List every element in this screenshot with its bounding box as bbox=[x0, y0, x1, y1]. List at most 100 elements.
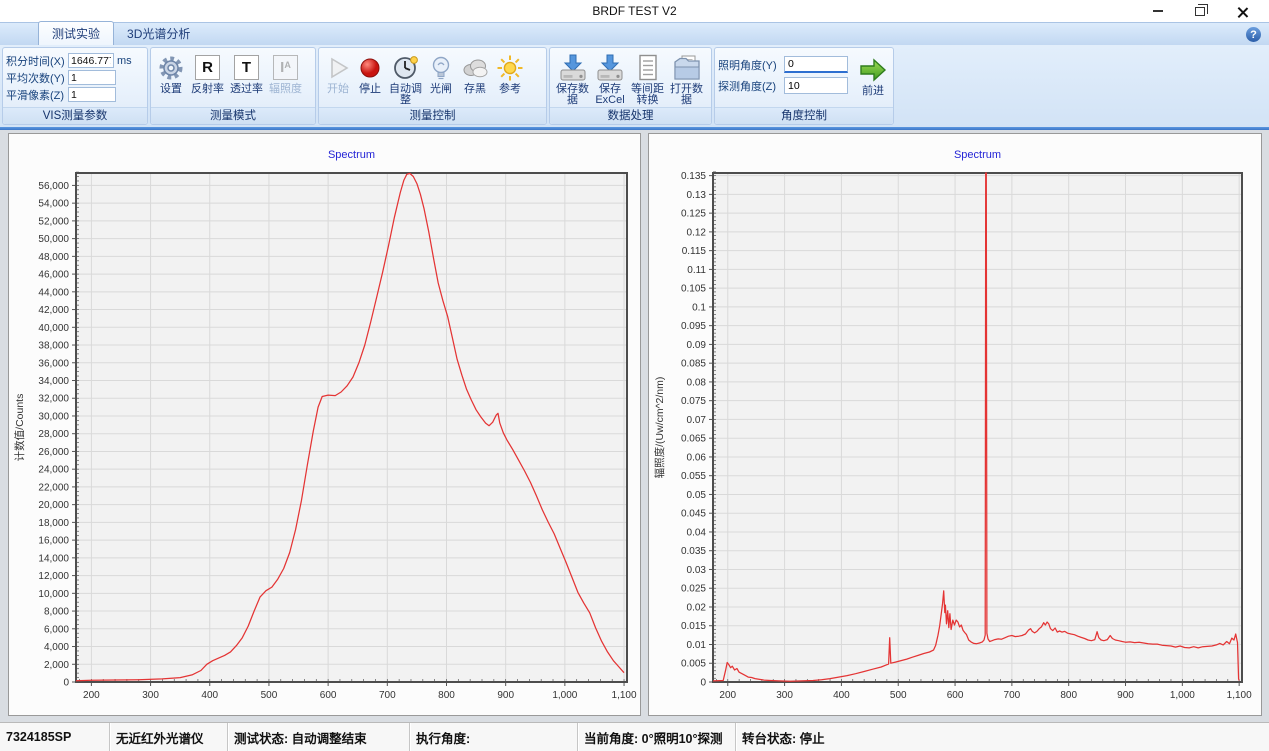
svg-text:18,000: 18,000 bbox=[38, 518, 69, 529]
statusbar: 7324185SP 无近红外光谱仪 测试状态: 自动调整结束 执行角度: 当前角… bbox=[0, 722, 1269, 751]
maximize-button[interactable] bbox=[1179, 0, 1221, 22]
svg-text:0.1: 0.1 bbox=[692, 302, 706, 313]
equal-interval-convert-button[interactable]: 等间距 转换 bbox=[629, 50, 666, 107]
average-count-input[interactable] bbox=[68, 70, 116, 85]
group-caption-measure-control: 测量控制 bbox=[319, 107, 546, 124]
app-window: BRDF TEST V2 测试实验 3D光谱分析 ? 积分时间(X) ms 平均… bbox=[0, 0, 1269, 751]
svg-text:0.06: 0.06 bbox=[687, 452, 707, 463]
minimize-button[interactable] bbox=[1137, 0, 1179, 22]
start-button[interactable]: 开始 bbox=[323, 50, 353, 96]
svg-text:0: 0 bbox=[63, 678, 69, 689]
stop-button[interactable]: 停止 bbox=[355, 50, 385, 96]
save-data-button[interactable]: 保存数 据 bbox=[554, 50, 591, 107]
group-caption-angle-control: 角度控制 bbox=[715, 107, 893, 124]
shutter-button[interactable]: 光闸 bbox=[426, 50, 456, 96]
svg-text:600: 600 bbox=[947, 690, 964, 701]
save-excel-button[interactable]: 保存 ExCel bbox=[593, 50, 627, 107]
letter-t-icon: T bbox=[234, 55, 259, 80]
status-device-id: 7324185SP bbox=[0, 723, 110, 751]
svg-text:500: 500 bbox=[890, 690, 907, 701]
svg-text:300: 300 bbox=[142, 690, 159, 701]
svg-text:0.13: 0.13 bbox=[687, 190, 707, 201]
svg-text:20,000: 20,000 bbox=[38, 500, 69, 511]
svg-text:16,000: 16,000 bbox=[38, 536, 69, 547]
svg-text:0.015: 0.015 bbox=[681, 621, 706, 632]
svg-text:32,000: 32,000 bbox=[38, 394, 69, 405]
svg-text:22,000: 22,000 bbox=[38, 482, 69, 493]
svg-text:0.045: 0.045 bbox=[681, 509, 706, 520]
close-icon bbox=[1237, 6, 1248, 17]
clock-icon bbox=[392, 54, 420, 82]
forward-arrow-icon bbox=[858, 57, 888, 83]
sun-icon bbox=[496, 54, 524, 82]
svg-text:8,000: 8,000 bbox=[44, 607, 69, 618]
svg-text:500: 500 bbox=[261, 690, 278, 701]
auto-adjust-button[interactable]: 自动调 整 bbox=[387, 50, 424, 107]
reference-button[interactable]: 参考 bbox=[494, 50, 526, 96]
bulb-icon bbox=[428, 54, 454, 82]
svg-text:56,000: 56,000 bbox=[38, 181, 69, 192]
group-data-processing: 保存数 据 保存 ExCel bbox=[549, 47, 712, 125]
svg-text:800: 800 bbox=[438, 690, 455, 701]
illumination-angle-input[interactable] bbox=[784, 56, 848, 73]
tab-3d-spectrum-analysis[interactable]: 3D光谱分析 bbox=[114, 22, 203, 45]
svg-text:0.01: 0.01 bbox=[687, 640, 707, 651]
svg-text:30,000: 30,000 bbox=[38, 411, 69, 422]
svg-text:44,000: 44,000 bbox=[38, 287, 69, 298]
store-dark-button[interactable]: 存黑 bbox=[458, 50, 492, 96]
svg-text:6,000: 6,000 bbox=[44, 624, 69, 635]
help-icon[interactable]: ? bbox=[1246, 27, 1261, 42]
svg-text:900: 900 bbox=[497, 690, 514, 701]
save-icon bbox=[558, 53, 588, 83]
status-turntable-state: 转台状态: 停止 bbox=[736, 723, 1269, 751]
svg-text:34,000: 34,000 bbox=[38, 376, 69, 387]
svg-text:0.12: 0.12 bbox=[687, 227, 707, 238]
irradiance-button[interactable]: IA 辐照度 bbox=[267, 50, 304, 96]
average-count-row: 平均次数(Y) bbox=[6, 69, 116, 86]
forward-button[interactable]: 前进 bbox=[856, 52, 890, 98]
svg-text:12,000: 12,000 bbox=[38, 571, 69, 582]
titlebar: BRDF TEST V2 bbox=[0, 0, 1269, 22]
status-test-state: 测试状态: 自动调整结束 bbox=[228, 723, 410, 751]
svg-text:2,000: 2,000 bbox=[44, 660, 69, 671]
svg-text:900: 900 bbox=[1117, 690, 1134, 701]
integration-time-row: 积分时间(X) ms bbox=[6, 52, 132, 69]
svg-text:0.05: 0.05 bbox=[687, 490, 707, 501]
integration-time-input[interactable] bbox=[68, 53, 114, 68]
svg-text:1,000: 1,000 bbox=[1170, 690, 1195, 701]
svg-text:0.04: 0.04 bbox=[687, 527, 707, 538]
svg-text:50,000: 50,000 bbox=[38, 234, 69, 245]
irradiance-spectrum-panel: 2003004005006007008009001,0001,10000.005… bbox=[648, 133, 1262, 716]
save-icon bbox=[595, 53, 625, 83]
close-button[interactable] bbox=[1221, 0, 1263, 22]
svg-text:1,100: 1,100 bbox=[1227, 690, 1252, 701]
svg-text:0.115: 0.115 bbox=[682, 246, 707, 257]
reflectance-button[interactable]: R 反射率 bbox=[189, 50, 226, 96]
svg-text:46,000: 46,000 bbox=[38, 270, 69, 281]
svg-text:0.135: 0.135 bbox=[681, 171, 706, 182]
play-icon bbox=[325, 55, 351, 81]
transmittance-button[interactable]: T 透过率 bbox=[228, 50, 265, 96]
smoothing-pixels-row: 平滑像素(Z) bbox=[6, 86, 116, 103]
group-vis-params: 积分时间(X) ms 平均次数(Y) 平滑像素(Z) VIS测量参数 bbox=[2, 47, 148, 125]
svg-text:42,000: 42,000 bbox=[38, 305, 69, 316]
svg-text:28,000: 28,000 bbox=[38, 429, 69, 440]
smoothing-pixels-input[interactable] bbox=[68, 87, 116, 102]
status-exec-angle: 执行角度: bbox=[410, 723, 578, 751]
group-caption-vis-params: VIS测量参数 bbox=[3, 107, 147, 124]
group-measure-control: 开始 停止 自动调 整 bbox=[318, 47, 547, 125]
group-caption-measure-mode: 测量模式 bbox=[151, 107, 315, 124]
svg-text:300: 300 bbox=[776, 690, 793, 701]
status-device-name: 无近红外光谱仪 bbox=[110, 723, 228, 751]
svg-text:0.005: 0.005 bbox=[681, 659, 706, 670]
tab-test-experiment[interactable]: 测试实验 bbox=[38, 21, 114, 45]
status-current-angle: 当前角度: 0°照明10°探测 bbox=[578, 723, 736, 751]
window-title: BRDF TEST V2 bbox=[0, 0, 1269, 22]
integration-time-label: 积分时间(X) bbox=[6, 53, 68, 69]
svg-text:200: 200 bbox=[83, 690, 100, 701]
settings-button[interactable]: 设置 bbox=[155, 50, 187, 96]
open-data-button[interactable]: 打开数 据 bbox=[668, 50, 705, 107]
svg-text:36,000: 36,000 bbox=[38, 358, 69, 369]
detection-angle-input[interactable] bbox=[784, 77, 848, 94]
cloud-icon bbox=[460, 55, 490, 81]
